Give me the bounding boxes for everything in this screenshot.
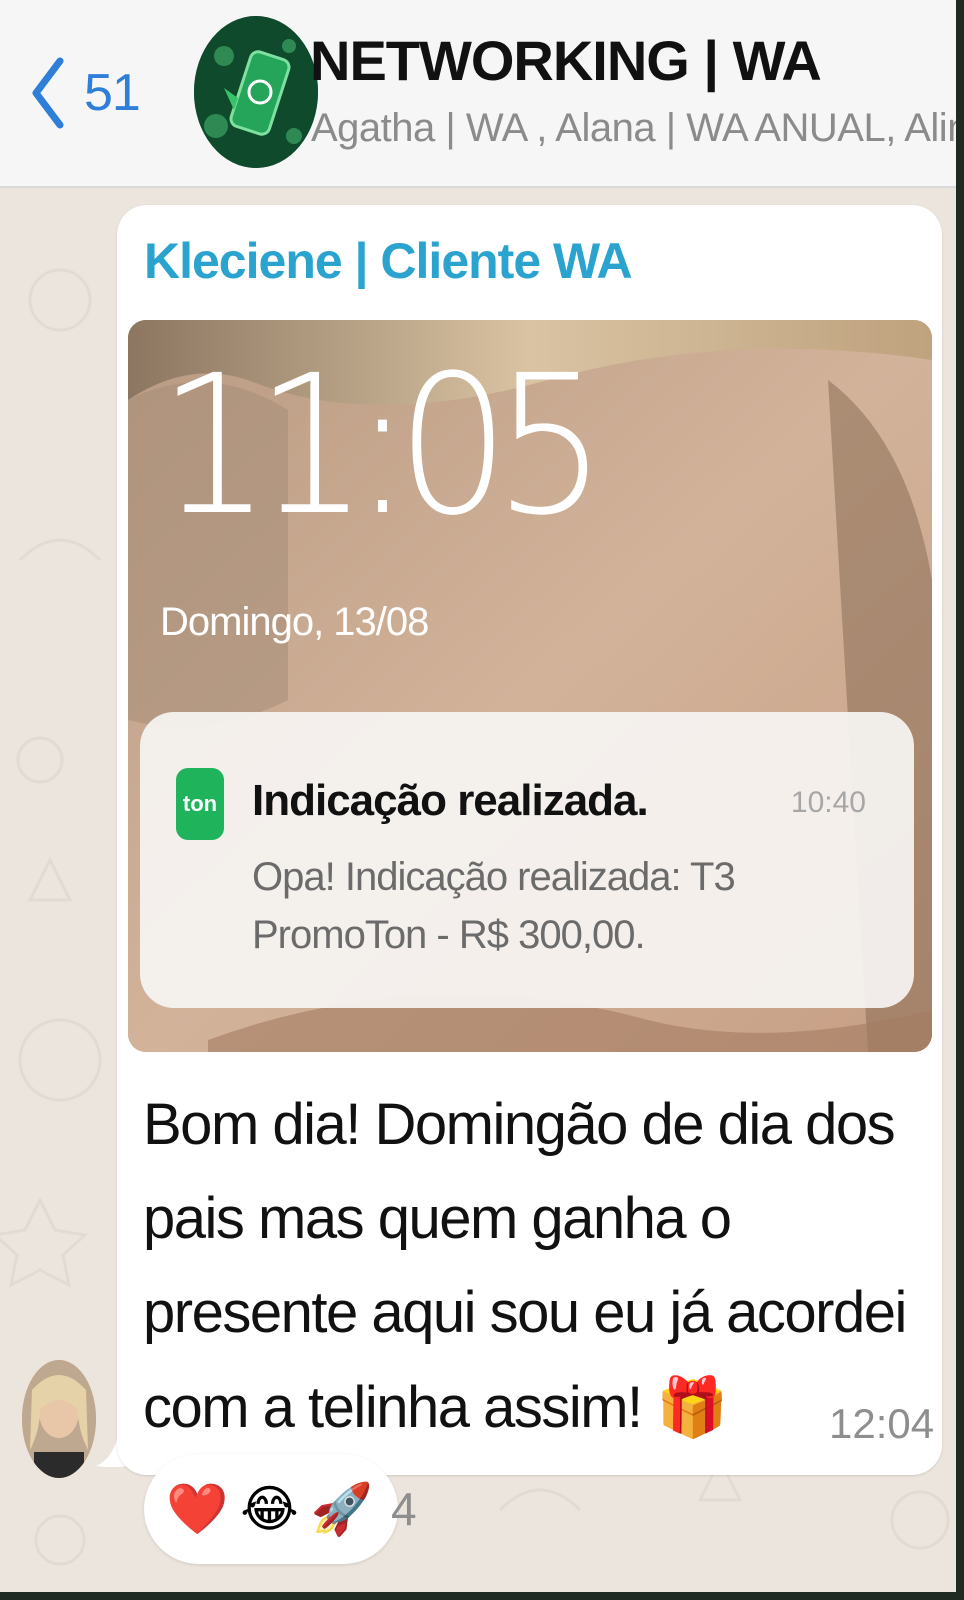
unread-count: 51 <box>84 64 141 122</box>
message-body: Bom dia! Domingão de dia dos pais mas qu… <box>143 1092 907 1440</box>
group-avatar[interactable] <box>194 16 318 168</box>
lockscreen-time: 11:05 <box>158 333 607 558</box>
chat-header: 51 NETWORKING | WA Agatha | WA , Alana |… <box>0 0 956 188</box>
notification-card: ton Indicação realizada. 10:40 Opa! Indi… <box>140 712 914 1008</box>
heart-reaction: ❤️ <box>166 1479 229 1538</box>
chevron-left-icon <box>32 57 64 129</box>
notification-time: 10:40 <box>790 786 866 819</box>
notification-title: Indicação realizada. <box>252 776 649 825</box>
rocket-reaction: 🚀 <box>310 1479 373 1538</box>
lockscreen-date: Domingo, 13/08 <box>160 600 429 644</box>
message-image[interactable]: 11:05 Domingo, 13/08 ton Indicação reali… <box>128 320 932 1052</box>
sender-name[interactable]: Kleciene | Cliente WA <box>144 232 633 290</box>
reactions-bar[interactable]: ❤️ 😂 🚀 4 <box>144 1454 417 1564</box>
notification-body: Opa! Indicação realizada: T3 PromoTon - … <box>252 855 736 957</box>
chat-screen: 51 NETWORKING | WA Agatha | WA , Alana |… <box>0 0 956 1592</box>
whatsapp-phone-icon <box>194 16 318 168</box>
reaction-count: 4 <box>390 1483 417 1535</box>
sender-avatar[interactable] <box>22 1360 96 1478</box>
laughing-reaction: 😂 <box>240 1480 299 1538</box>
gift-emoji: 🎁 <box>656 1373 728 1441</box>
back-button[interactable]: 51 <box>30 48 141 138</box>
avatar-photo <box>22 1360 96 1478</box>
group-title[interactable]: NETWORKING | WA <box>310 28 822 93</box>
group-members[interactable]: Agatha | WA , Alana | WA ANUAL, Aline... <box>311 106 956 151</box>
ton-app-icon: ton <box>176 768 224 840</box>
message-time: 12:04 <box>829 1400 935 1447</box>
